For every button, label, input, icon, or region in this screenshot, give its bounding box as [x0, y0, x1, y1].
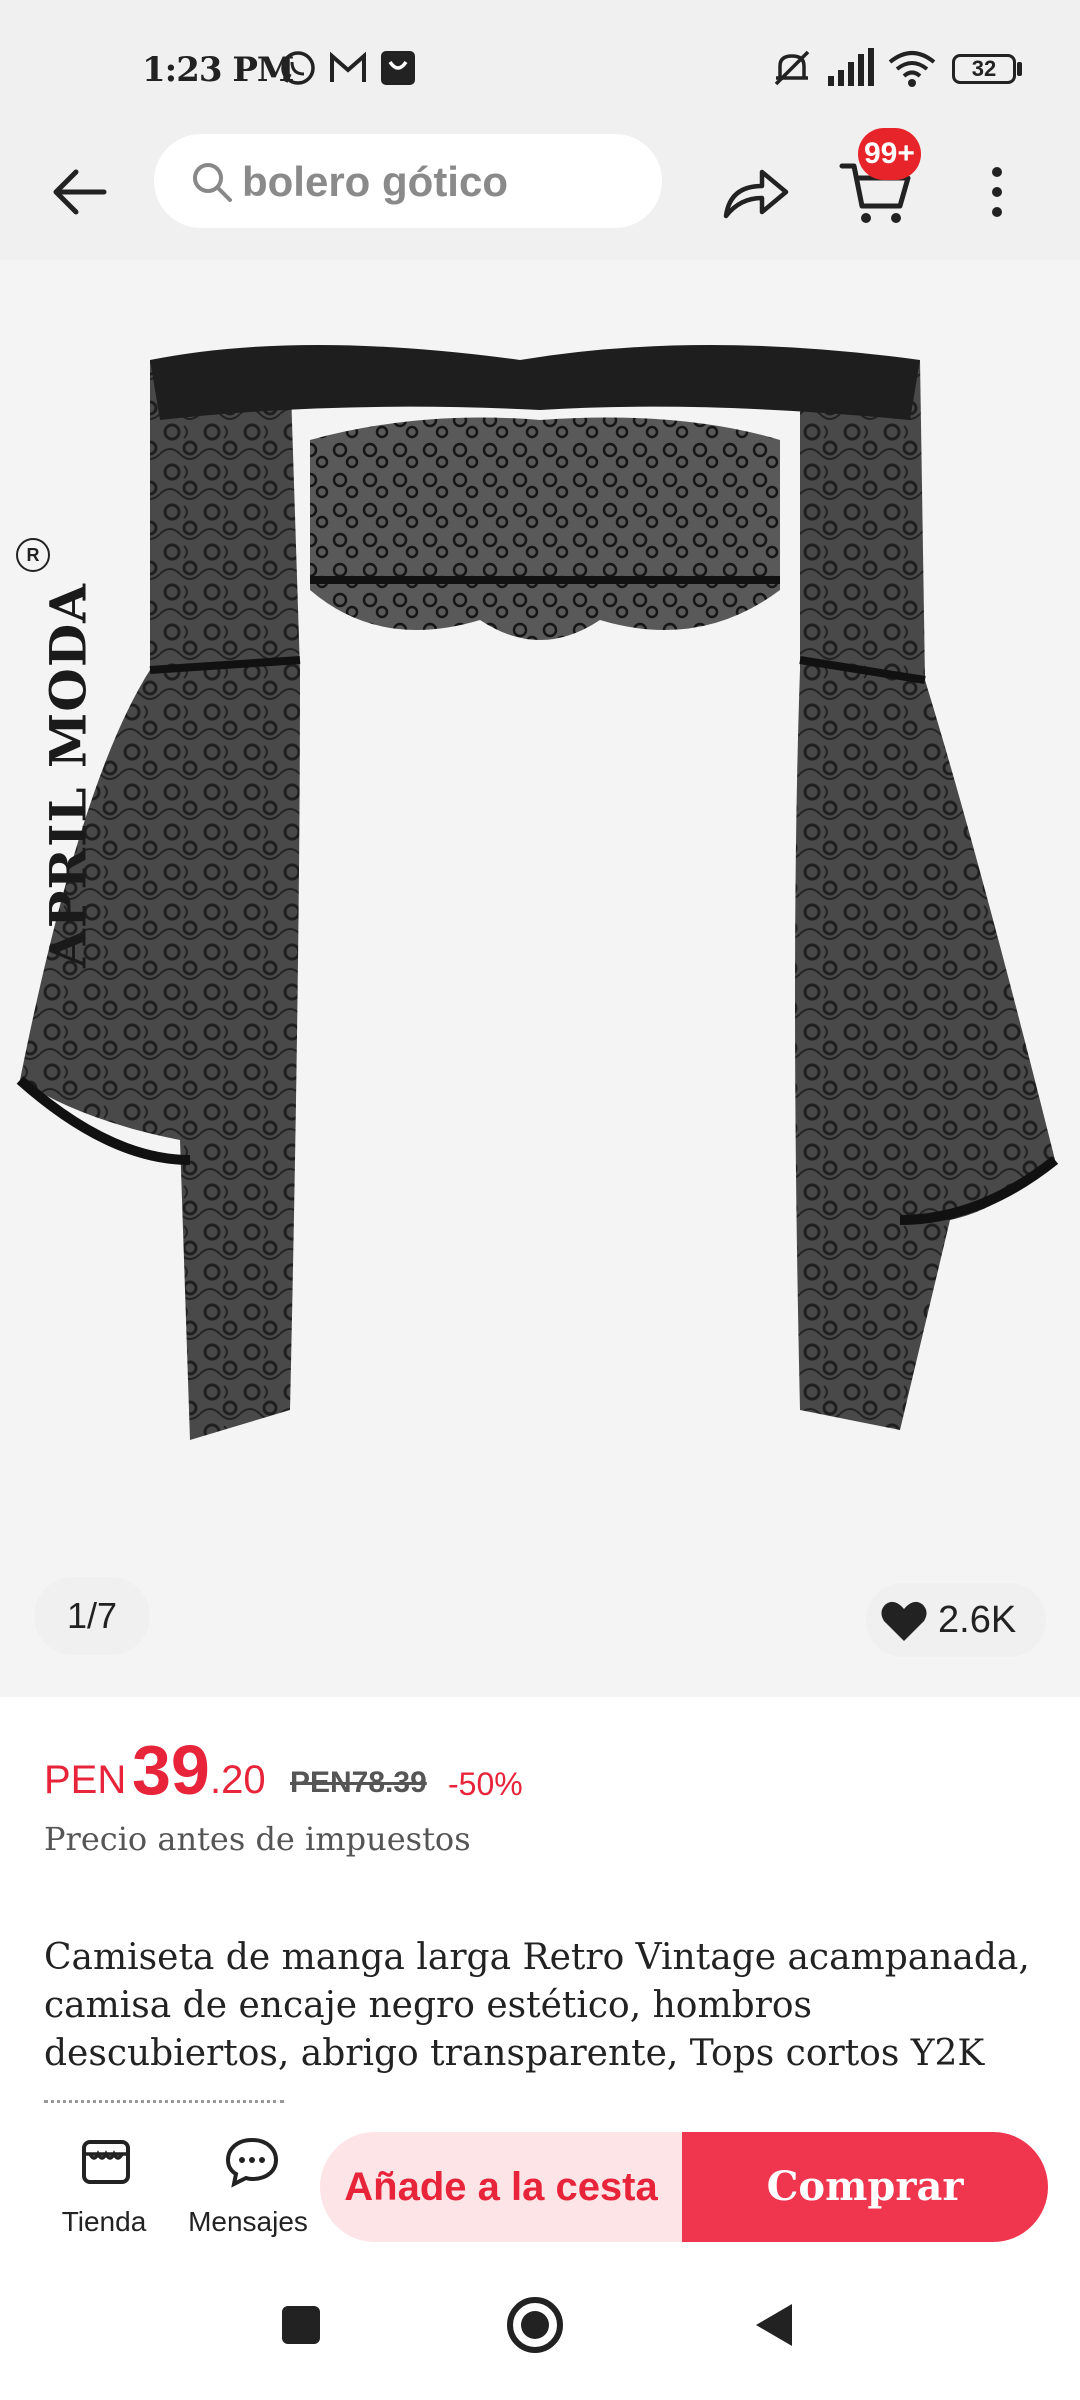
- likes-count: 2.6K: [938, 1599, 1017, 1641]
- shopping-bag-icon: [381, 51, 415, 85]
- image-pager: 1/7: [34, 1577, 150, 1655]
- product-image-gallery[interactable]: APRIL MODA R: [0, 260, 1080, 1697]
- mute-icon: [774, 50, 810, 86]
- price-decimal: .20: [210, 1758, 266, 1802]
- store-label: Tienda: [61, 2206, 147, 2237]
- signal-icon: [828, 48, 874, 86]
- cart-count-badge: 99+: [858, 128, 921, 180]
- registered-mark: R: [16, 538, 50, 572]
- product-title: Camiseta de manga larga Retro Vintage ac…: [44, 1937, 1030, 2074]
- messages-tab[interactable]: Mensajes: [178, 2120, 318, 2250]
- back-nav-icon[interactable]: [740, 2290, 810, 2360]
- brand-logo: APRIL MODA R: [16, 538, 108, 986]
- battery-icon: 32: [952, 54, 1016, 84]
- search-query-text: bolero gótico: [242, 158, 508, 205]
- chat-icon: [225, 2137, 279, 2188]
- share-icon[interactable]: [716, 152, 796, 232]
- messages-label: Mensajes: [188, 2206, 308, 2237]
- wifi-icon: [888, 51, 936, 87]
- search-icon: [193, 163, 232, 202]
- home-icon[interactable]: [500, 2290, 570, 2360]
- status-bar: 1:23 PM 32: [0, 0, 1080, 130]
- search-input[interactable]: bolero gótico: [154, 134, 662, 228]
- whatsapp-icon: [281, 51, 315, 85]
- bottom-action-bar: Tienda Mensajes Añade a la cesta Comprar: [0, 2120, 1080, 2250]
- recents-icon[interactable]: [266, 2290, 336, 2360]
- system-nav-bar: [0, 2250, 1080, 2400]
- back-arrow-icon[interactable]: [40, 152, 120, 232]
- truncated-text-line: [44, 2100, 284, 2111]
- battery-tip: [1017, 62, 1022, 76]
- price-currency: PEN: [44, 1758, 127, 1802]
- add-to-cart-button[interactable]: Añade a la cesta: [320, 2132, 682, 2242]
- store-tab[interactable]: Tienda: [34, 2120, 174, 2250]
- store-icon: [82, 2140, 130, 2184]
- discount-badge: -50%: [448, 1766, 523, 1802]
- buy-now-button[interactable]: Comprar: [682, 2132, 1048, 2242]
- price-integer: 39: [132, 1731, 210, 1809]
- likes-button[interactable]: 2.6K: [866, 1583, 1046, 1657]
- tax-note: Precio antes de impuestos: [44, 1820, 471, 1858]
- gmail-icon: [330, 51, 366, 82]
- top-app-bar: bolero gótico 99+: [0, 128, 1080, 260]
- brand-name: APRIL MODA: [38, 583, 98, 968]
- status-time: 1:23 PM: [142, 50, 295, 90]
- heart-icon: [881, 1601, 927, 1641]
- more-vert-icon[interactable]: [972, 152, 1022, 232]
- old-price: PEN78.39: [290, 1766, 427, 1799]
- product-image: [16, 345, 1059, 1440]
